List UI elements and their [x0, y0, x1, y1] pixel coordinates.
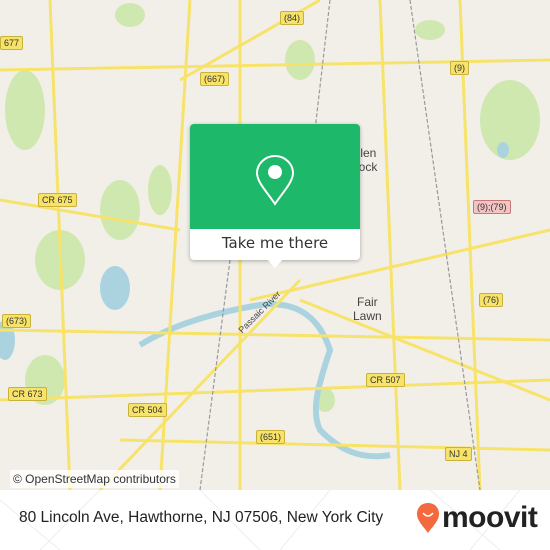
address-text: 80 Lincoln Ave, Hawthorne, NJ 07506, New… [19, 509, 384, 526]
route-shield: (76) [479, 293, 504, 307]
brand-name: moovit [442, 501, 538, 534]
route-shield: CR 673 [8, 387, 47, 401]
route-shield: (651) [256, 430, 286, 444]
route-shield: CR 507 [366, 373, 405, 387]
place-label: Fair Lawn [353, 295, 382, 323]
footer: 80 Lincoln Ave, Hawthorne, NJ 07506, New… [0, 490, 550, 550]
map-pin-icon [255, 154, 295, 206]
route-shield: (667) [200, 72, 230, 86]
route-shield: (84) [280, 11, 305, 25]
moovit-pin-icon [417, 503, 439, 533]
attribution[interactable]: © OpenStreetMap contributors [10, 470, 179, 488]
route-shield: (9) [450, 61, 469, 75]
route-shield: CR 675 [38, 193, 77, 207]
route-shield: NJ 4 [445, 447, 472, 461]
route-shield: 677 [0, 36, 24, 50]
popup-tail [267, 259, 283, 268]
popup-header [190, 124, 360, 229]
route-shield: (673) [2, 314, 32, 328]
route-shield: (9);(79) [473, 200, 511, 214]
take-me-there-button[interactable]: Take me there [190, 229, 360, 260]
moovit-logo[interactable]: moovit [416, 501, 538, 535]
destination-popup: Take me there [190, 124, 360, 260]
route-shield: CR 504 [128, 403, 167, 417]
